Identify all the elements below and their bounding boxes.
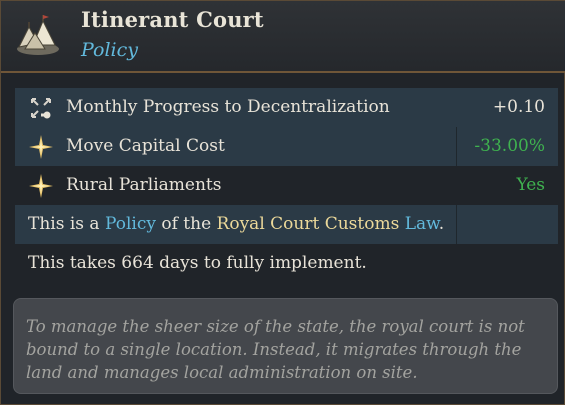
modifier-value: +0.10 — [492, 97, 545, 117]
modifier-label: Move Capital Cost — [66, 136, 225, 156]
text-fragment: of the — [155, 214, 217, 234]
tooltip-panel: Itinerant Court Policy Monthly Progress … — [0, 0, 565, 405]
modifier-value: -33.00% — [474, 136, 545, 156]
modifier-row: Monthly Progress to Decentralization +0.… — [15, 88, 558, 127]
modifier-label: Monthly Progress to Decentralization — [66, 97, 390, 117]
modifier-label: Rural Parliaments — [66, 175, 222, 195]
policy-type-label: Policy — [81, 39, 138, 61]
implement-time-text: This takes 664 days to fully implement. — [28, 253, 367, 273]
column-divider — [456, 127, 457, 166]
policy-link[interactable]: Policy — [105, 214, 156, 234]
text-fragment: This is a — [28, 214, 105, 234]
implement-time-line: This takes 664 days to fully implement. — [15, 244, 558, 283]
flavor-text: To manage the sheer size of the state, t… — [26, 317, 525, 382]
decentralize-arrows-icon — [31, 98, 51, 119]
text-fragment: . — [438, 214, 445, 234]
policy-law-line: This is a Policy of the Royal Court Cust… — [15, 205, 558, 244]
policy-title: Itinerant Court — [81, 7, 264, 32]
flavor-text-box: To manage the sheer size of the state, t… — [13, 298, 558, 394]
law-link[interactable]: Law — [405, 214, 439, 234]
tooltip-header: Itinerant Court Policy — [1, 1, 565, 73]
compass-star-icon — [29, 174, 53, 198]
customs-name[interactable]: Royal Court Customs — [217, 214, 400, 234]
modifier-list: Monthly Progress to Decentralization +0.… — [15, 88, 558, 283]
compass-star-icon — [29, 135, 53, 159]
modifier-row: Rural Parliaments Yes — [15, 166, 558, 205]
modifier-row: Move Capital Cost -33.00% — [15, 127, 558, 166]
column-divider — [456, 205, 457, 244]
modifier-value: Yes — [516, 175, 545, 195]
tent-camp-icon — [17, 15, 59, 55]
policy-law-text: This is a Policy of the Royal Court Cust… — [28, 214, 444, 234]
